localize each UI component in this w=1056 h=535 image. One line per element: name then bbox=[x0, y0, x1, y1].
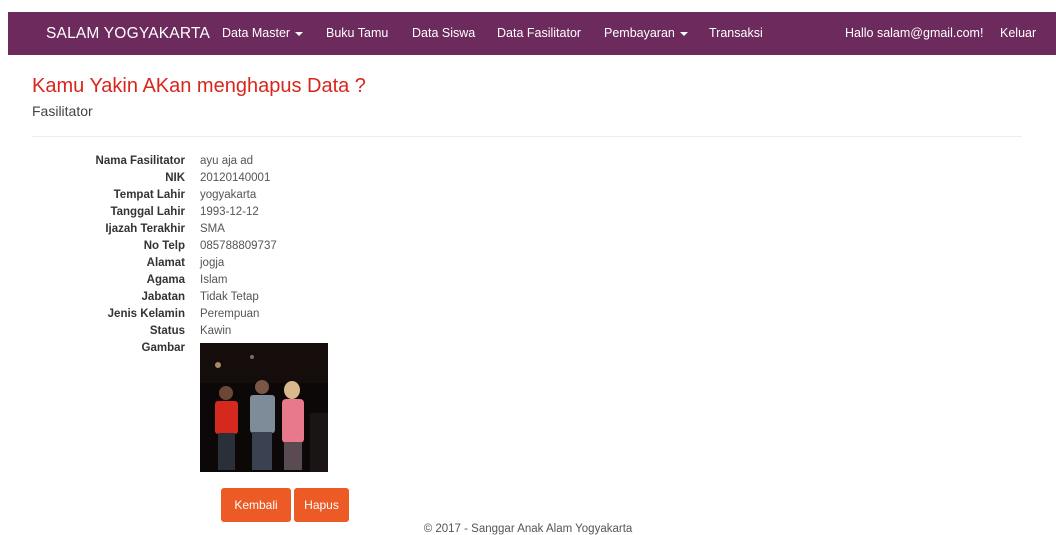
field-label: Jabatan bbox=[141, 291, 185, 303]
field-label: Alamat bbox=[146, 257, 185, 269]
nav-user-greeting[interactable]: Hallo salam@gmail.com! bbox=[845, 12, 983, 55]
detail-row: Tanggal Lahir 1993-12-12 bbox=[0, 206, 400, 223]
logout-link[interactable]: Keluar bbox=[1000, 12, 1036, 55]
detail-row: Ijazah Terakhir SMA bbox=[0, 223, 400, 240]
detail-row: Status Kawin bbox=[0, 325, 400, 342]
field-value: Tidak Tetap bbox=[200, 291, 259, 303]
field-value: Islam bbox=[200, 274, 228, 286]
field-label: Nama Fasilitator bbox=[95, 155, 185, 167]
divider bbox=[32, 136, 1022, 137]
detail-row: Agama Islam bbox=[0, 274, 400, 291]
nav-data-fasilitator[interactable]: Data Fasilitator bbox=[497, 12, 581, 55]
detail-row: Jabatan Tidak Tetap bbox=[0, 291, 400, 308]
detail-row: No Telp 085788809737 bbox=[0, 240, 400, 257]
delete-button[interactable]: Hapus bbox=[294, 488, 349, 522]
caret-down-icon bbox=[679, 31, 688, 36]
nav-data-fasilitator-label: Data Fasilitator bbox=[497, 26, 582, 40]
detail-row: Nama Fasilitator ayu aja ad bbox=[0, 155, 400, 172]
field-label: Ijazah Terakhir bbox=[105, 223, 185, 235]
page-subtitle: Fasilitator bbox=[32, 103, 93, 119]
nav-transaksi[interactable]: Transaksi bbox=[709, 12, 763, 55]
nav-data-siswa[interactable]: Data Siswa bbox=[412, 12, 475, 55]
field-value: Perempuan bbox=[200, 308, 260, 320]
field-label: Agama bbox=[146, 274, 185, 286]
field-value: jogja bbox=[200, 257, 225, 269]
back-button[interactable]: Kembali bbox=[221, 488, 291, 522]
caret-down-icon bbox=[295, 31, 304, 36]
field-value: 1993-12-12 bbox=[200, 206, 259, 218]
nav-pembayaran-label: Pembayaran bbox=[604, 26, 675, 40]
nav-buku-tamu-label: Buku Tamu bbox=[326, 26, 389, 40]
fasilitator-photo bbox=[200, 343, 328, 472]
field-label: Jenis Kelamin bbox=[107, 308, 185, 320]
nav-data-master[interactable]: Data Master bbox=[222, 12, 304, 55]
field-label: No Telp bbox=[143, 240, 185, 252]
detail-row: Alamat jogja bbox=[0, 257, 400, 274]
nav-buku-tamu[interactable]: Buku Tamu bbox=[326, 12, 388, 55]
nav-transaksi-label: Transaksi bbox=[709, 26, 763, 40]
photo-image bbox=[200, 343, 328, 472]
logout-label: Keluar bbox=[1000, 26, 1037, 40]
field-value: yogyakarta bbox=[200, 189, 257, 201]
top-navbar: SALAM YOGYAKARTA Data Master Buku Tamu D… bbox=[8, 12, 1056, 55]
nav-pembayaran[interactable]: Pembayaran bbox=[604, 12, 688, 55]
nav-data-siswa-label: Data Siswa bbox=[412, 26, 476, 40]
field-value: Kawin bbox=[200, 325, 232, 337]
field-value: 20120140001 bbox=[200, 172, 271, 184]
field-label: Tempat Lahir bbox=[113, 189, 185, 201]
page-title: Kamu Yakin AKan menghapus Data ? bbox=[32, 75, 366, 97]
field-label: Tanggal Lahir bbox=[110, 206, 185, 218]
footer-text: © 2017 - Sanggar Anak Alam Yogyakarta bbox=[423, 523, 633, 535]
field-value: SMA bbox=[200, 223, 225, 235]
field-label: NIK bbox=[165, 172, 185, 184]
field-label: Gambar bbox=[141, 342, 185, 354]
field-value: 085788809737 bbox=[200, 240, 277, 252]
user-greeting-label: Hallo salam@gmail.com! bbox=[845, 26, 984, 40]
detail-row: NIK 20120140001 bbox=[0, 172, 400, 189]
field-label: Status bbox=[149, 325, 185, 337]
detail-row: Jenis Kelamin Perempuan bbox=[0, 308, 400, 325]
detail-row: Tempat Lahir yogyakarta bbox=[0, 189, 400, 206]
field-value: ayu aja ad bbox=[200, 155, 254, 167]
brand-link[interactable]: SALAM YOGYAKARTA bbox=[46, 12, 210, 55]
nav-data-master-label: Data Master bbox=[222, 26, 291, 40]
